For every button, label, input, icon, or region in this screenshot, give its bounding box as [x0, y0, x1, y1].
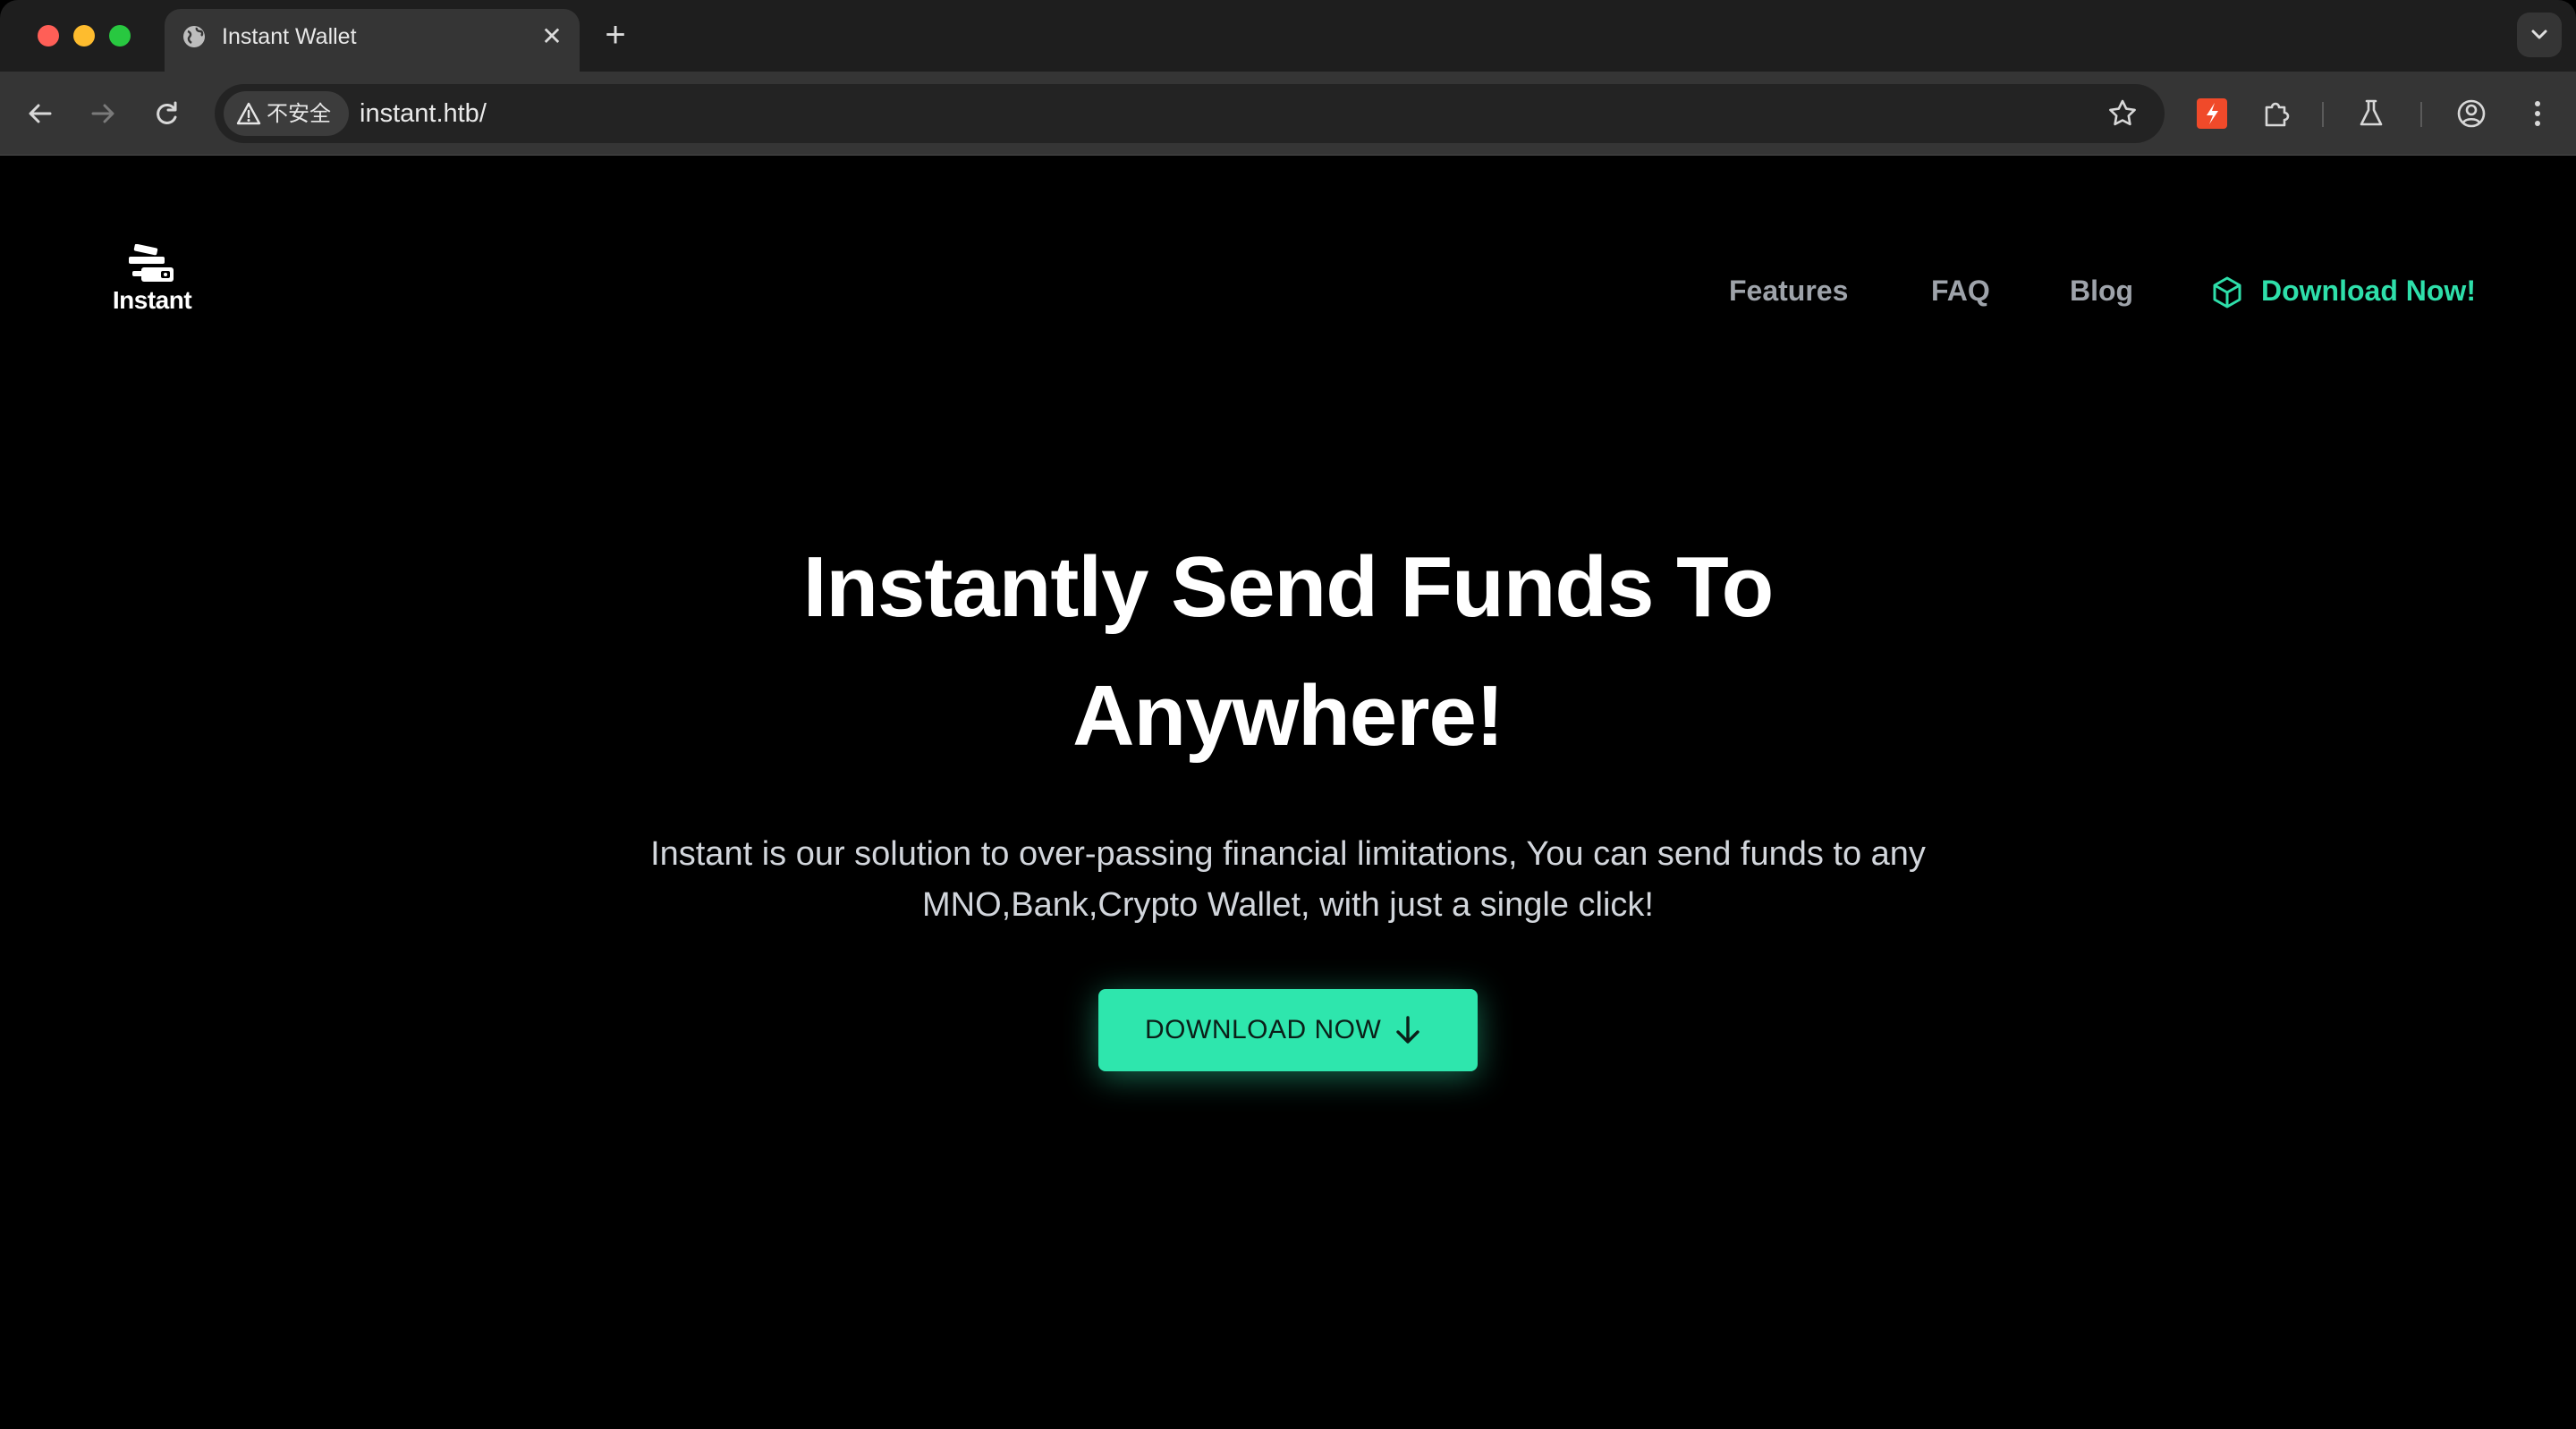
bookmark-star-icon[interactable] [2106, 97, 2140, 131]
tab-strip: Instant Wallet ✕ + [0, 0, 2576, 72]
toolbar-divider [2322, 102, 2324, 127]
maximize-window-button[interactable] [109, 25, 131, 47]
close-window-button[interactable] [38, 25, 59, 47]
hero-title-line-1: Instantly Send Funds To [802, 539, 1775, 635]
arrow-right-icon [91, 104, 114, 123]
logo-text: Instant [112, 286, 192, 314]
browser-toolbar: 不安全 instant.htb/ [0, 72, 2576, 156]
arrow-left-icon [29, 104, 52, 123]
security-label: 不安全 [267, 101, 331, 126]
forward-button[interactable] [80, 91, 125, 136]
nav-faq[interactable]: FAQ [1931, 273, 1990, 309]
download-now-label: DOWNLOAD NOW [1145, 1015, 1382, 1044]
more-menu-icon[interactable] [2521, 97, 2555, 131]
extension-icon[interactable] [2195, 97, 2229, 131]
active-tab[interactable]: Instant Wallet ✕ [165, 9, 580, 72]
chevron-down-icon [2531, 30, 2547, 39]
download-now-button[interactable]: DOWNLOAD NOW [1098, 989, 1478, 1071]
flask-icon[interactable] [2354, 97, 2388, 131]
hero-title-line-2: Anywhere! [1072, 668, 1504, 764]
profile-icon[interactable] [2454, 97, 2488, 131]
nav-download-label: Download Now! [2261, 275, 2476, 307]
puzzle-icon[interactable] [2259, 97, 2293, 131]
toolbar-divider [2420, 102, 2422, 127]
warning-icon [236, 102, 261, 125]
page-content: Instant Features FAQ Blog Download Now! … [0, 156, 2576, 1429]
new-tab-button[interactable]: + [597, 17, 633, 54]
tab-title: Instant Wallet [222, 24, 357, 49]
tab-search-button[interactable] [2517, 13, 2562, 57]
url-text[interactable]: instant.htb/ [360, 97, 487, 131]
site-logo[interactable]: Instant [100, 244, 204, 317]
nav-features[interactable]: Features [1729, 273, 1848, 309]
globe-icon [183, 26, 205, 47]
reload-icon [157, 101, 177, 124]
back-button[interactable] [18, 91, 63, 136]
security-indicator[interactable]: 不安全 [224, 91, 349, 136]
hero-title: Instantly Send Funds To Anywhere! [0, 523, 2576, 781]
hero-subtitle: Instant is our solution to over-passing … [650, 835, 1926, 924]
cube-icon [2213, 276, 2241, 309]
wallet-logo-icon [129, 244, 174, 282]
address-bar[interactable]: 不安全 instant.htb/ [215, 84, 2165, 143]
tab-close-icon[interactable]: ✕ [537, 21, 567, 52]
reload-button[interactable] [145, 91, 190, 136]
arrow-down-icon [1396, 1016, 1419, 1044]
browser-window: Instant Wallet ✕ + 不安全 instant.htb/ Inst… [0, 0, 2576, 1429]
nav-blog[interactable]: Blog [2070, 273, 2133, 309]
minimize-window-button[interactable] [73, 25, 95, 47]
